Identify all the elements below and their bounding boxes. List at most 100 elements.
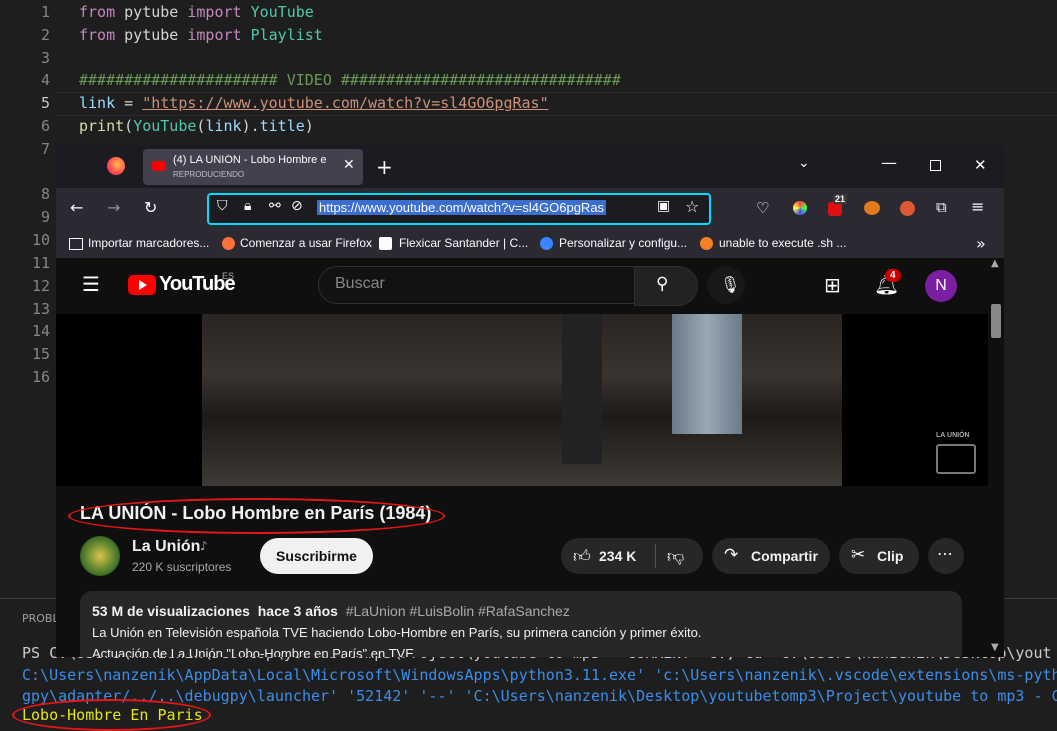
more-bookmarks-chevron-icon[interactable]: » bbox=[976, 234, 986, 253]
tab-playing-label: REPRODUCIENDO bbox=[173, 170, 245, 179]
line-number: 3 bbox=[40, 49, 50, 67]
search-button[interactable]: ⚲ bbox=[634, 266, 698, 306]
bookmark-item[interactable]: Personalizar y configu... bbox=[559, 236, 687, 250]
description-box[interactable]: 53 M de visualizaciones hace 3 años #LaU… bbox=[80, 591, 962, 657]
view-count: 53 M de visualizaciones bbox=[92, 603, 250, 619]
channel-name[interactable]: La Unión bbox=[132, 538, 200, 556]
scrollbar-thumb[interactable] bbox=[991, 304, 1001, 338]
subscriber-count: 220 K suscriptores bbox=[132, 560, 232, 574]
keyword: from bbox=[79, 26, 116, 44]
line-number: 2 bbox=[40, 26, 50, 44]
extension-icon-orange[interactable] bbox=[864, 201, 880, 215]
code-line-4[interactable]: ###################### VIDEO ###########… bbox=[79, 71, 621, 89]
browser-tab[interactable]: (4) LA UNIÓN - Lobo Hombre e REPRODUCIEN… bbox=[143, 149, 363, 185]
youtube-logo-icon[interactable] bbox=[128, 275, 156, 295]
like-count[interactable]: 234 K bbox=[599, 548, 636, 564]
new-tab-icon[interactable]: + bbox=[376, 155, 393, 179]
lock-icon[interactable]: 🔒︎ bbox=[244, 198, 251, 214]
module-name: pytube bbox=[124, 3, 179, 21]
keyword: import bbox=[187, 26, 242, 44]
voice-search-button[interactable]: 🎙︎ bbox=[707, 266, 745, 304]
close-window-icon[interactable]: ✕ bbox=[974, 156, 987, 174]
shield-icon[interactable]: ⛉ bbox=[217, 198, 228, 214]
scissors-icon: ✂ bbox=[851, 545, 866, 565]
back-icon[interactable]: ← bbox=[70, 198, 83, 217]
maximize-icon[interactable] bbox=[930, 160, 941, 171]
import-icon bbox=[69, 238, 83, 250]
video-player[interactable]: LA UNIÓN bbox=[56, 314, 988, 486]
bookmark-item[interactable]: Comenzar a usar Firefox bbox=[240, 236, 372, 250]
channel-avatar[interactable] bbox=[80, 536, 120, 576]
line-number: 4 bbox=[40, 71, 50, 89]
search-input[interactable]: Buscar bbox=[335, 275, 385, 293]
scroll-up-icon[interactable]: ▲ bbox=[991, 258, 999, 269]
bookmark-item[interactable]: unable to execute .sh ... bbox=[719, 236, 846, 250]
punct: ( bbox=[124, 117, 134, 135]
more-actions-button[interactable]: ⋯ bbox=[928, 538, 964, 574]
line-number: 11 bbox=[31, 254, 50, 272]
code-line-6[interactable]: print(YouTube(link).title) bbox=[79, 117, 314, 135]
video-figure-dark bbox=[562, 314, 602, 464]
forward-icon[interactable]: → bbox=[107, 198, 120, 217]
guide-menu-icon[interactable]: ☰ bbox=[82, 272, 100, 296]
color-extension-icon[interactable] bbox=[793, 201, 807, 215]
video-frame bbox=[202, 314, 842, 486]
channel-watermark: LA UNIÓN bbox=[936, 432, 970, 439]
terminal-line: C:\Users\nanzenik\AppData\Local\Microsof… bbox=[22, 666, 1057, 684]
line-number: 8 bbox=[40, 185, 50, 203]
close-tab-icon[interactable]: ✕ bbox=[343, 157, 355, 173]
account-avatar[interactable]: N bbox=[925, 270, 957, 302]
firefox-window[interactable]: (4) LA UNIÓN - Lobo Hombre e REPRODUCIEN… bbox=[56, 145, 1004, 657]
bookmark-item[interactable]: Importar marcadores... bbox=[88, 236, 209, 250]
picture-in-picture-icon[interactable]: ▣ bbox=[657, 198, 670, 214]
bookmark-star-icon[interactable]: ☆ bbox=[685, 197, 699, 216]
duckduckgo-icon[interactable] bbox=[900, 201, 915, 216]
line-number: 12 bbox=[31, 277, 50, 295]
firefox-icon[interactable] bbox=[107, 157, 125, 175]
reload-icon[interactable]: ↻ bbox=[144, 198, 157, 217]
minimize-icon[interactable]: — bbox=[881, 153, 897, 172]
notification-count-badge: 4 bbox=[885, 269, 901, 282]
description-line: Actuación de La Unión "Lobo-Hombre en Pa… bbox=[92, 646, 414, 657]
subscribe-button[interactable]: Suscribirme bbox=[260, 538, 373, 574]
extensions-puzzle-icon[interactable]: ⧉ bbox=[936, 198, 947, 216]
list-tabs-chevron-icon[interactable]: ⌄ bbox=[798, 155, 810, 171]
code-line-5[interactable]: link = "https://www.youtube.com/watch?v=… bbox=[79, 94, 549, 112]
page-scrollbar[interactable]: ▲ ▼ bbox=[988, 258, 1004, 657]
dislike-icon[interactable]: 👎︎ bbox=[667, 546, 684, 567]
microphone-icon: 🎙︎ bbox=[720, 275, 741, 294]
bookmark-item[interactable]: Flexicar Santander | C... bbox=[399, 236, 528, 250]
url-text[interactable]: https://www.youtube.com/watch?v=sl4GO6pg… bbox=[317, 200, 607, 215]
like-icon[interactable]: 👍︎ bbox=[573, 546, 591, 567]
clip-button[interactable]: ✂ Clip bbox=[839, 538, 919, 574]
search-box[interactable]: Buscar bbox=[318, 266, 636, 304]
keyword: from bbox=[79, 3, 116, 21]
adblock-icon[interactable] bbox=[828, 202, 842, 216]
hashtags[interactable]: #LaUnion #LuisBolin #RafaSanchez bbox=[346, 603, 570, 619]
string-literal: "https://www.youtube.com/watch?v=sl4GO6p… bbox=[142, 94, 549, 112]
navigation-toolbar: ← → ↻ ⛉ 🔒︎ ⚯ ⊘ https://www.youtube.com/w… bbox=[56, 188, 1004, 230]
pocket-icon[interactable]: ♡ bbox=[756, 199, 769, 217]
code-line-2[interactable]: from pytube import Playlist bbox=[79, 26, 323, 44]
url-bar[interactable]: ⛉ 🔒︎ ⚯ ⊘ https://www.youtube.com/watch?v… bbox=[207, 193, 711, 225]
tab-title: (4) LA UNIÓN - Lobo Hombre e bbox=[173, 154, 327, 166]
permissions-icon[interactable]: ⚯ bbox=[269, 198, 281, 214]
extension-badge: 21 bbox=[833, 194, 848, 204]
class-name: YouTube bbox=[250, 3, 314, 21]
watermark-logo bbox=[936, 444, 976, 474]
create-video-icon[interactable]: ⊞ bbox=[824, 273, 841, 297]
highlight-ring bbox=[12, 699, 211, 731]
line-number: 14 bbox=[31, 322, 50, 340]
scroll-down-icon[interactable]: ▼ bbox=[991, 642, 999, 653]
variable: link bbox=[205, 117, 242, 135]
settings-bookmark-icon bbox=[540, 237, 553, 250]
share-button[interactable]: ↷ Compartir bbox=[712, 538, 830, 574]
highlight-ring bbox=[68, 498, 445, 534]
upload-date: hace 3 años bbox=[257, 603, 338, 619]
code-line-1[interactable]: from pytube import YouTube bbox=[79, 3, 314, 21]
stackoverflow-bookmark-icon bbox=[700, 237, 713, 250]
firefox-bookmark-icon bbox=[222, 237, 235, 250]
autoplay-blocked-icon[interactable]: ⊘ bbox=[291, 198, 303, 214]
operator: = bbox=[115, 94, 143, 112]
menu-hamburger-icon[interactable]: ≡ bbox=[971, 197, 984, 216]
